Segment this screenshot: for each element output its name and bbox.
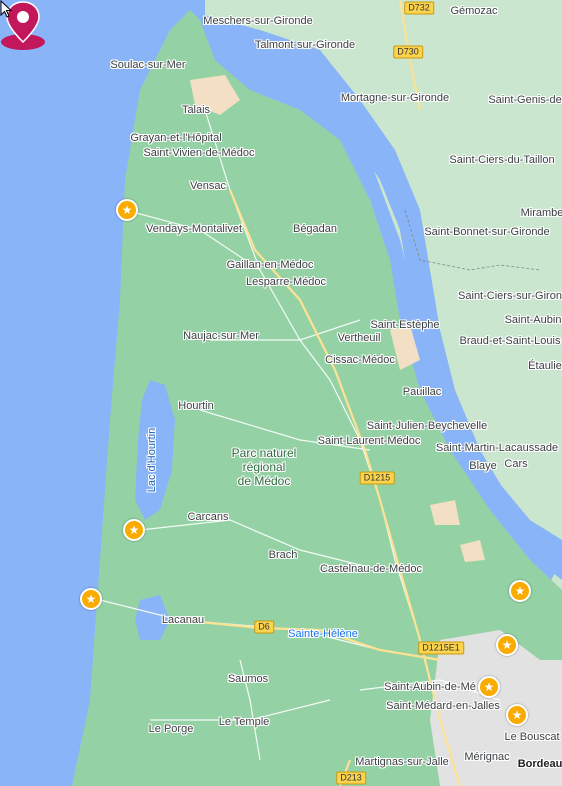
place-label[interactable]: Talais [182,104,210,116]
place-label[interactable]: Saint-Martin-Lacaussade [436,442,558,454]
place-label[interactable]: Saint-Ciers-sur-Giron [458,290,562,302]
place-label[interactable]: Brach [269,549,298,561]
star-icon[interactable]: ★ [116,199,138,221]
star-icon[interactable]: ★ [509,580,531,602]
star-icon[interactable]: ★ [80,588,102,610]
place-label[interactable]: Saint-Médard-en-Jalles [386,700,500,712]
road-shield: D213 [336,771,366,785]
place-label[interactable]: Gaillan-en-Médoc [227,259,314,271]
place-label[interactable]: Naujac-sur-Mer [183,330,259,342]
road-shield: D6 [254,620,274,634]
place-label[interactable]: Saint-Laurent-Médoc [318,435,421,447]
star-icon[interactable]: ★ [506,704,528,726]
place-label[interactable]: Le Porge [149,723,194,735]
place-label[interactable]: Gémozac [450,5,497,17]
place-label[interactable]: Talmont-sur-Gironde [255,39,355,51]
place-label[interactable]: Castelnau-de-Médoc [320,563,422,575]
place-label[interactable]: Cars [504,458,527,470]
star-icon[interactable]: ★ [478,676,500,698]
place-label[interactable]: Pauillac [403,386,442,398]
place-label[interactable]: Blaye [469,460,497,472]
star-icon[interactable]: ★ [496,634,518,656]
place-label[interactable]: Saint-Bonnet-sur-Gironde [424,226,549,238]
place-label[interactable]: Mérignac [464,751,509,763]
place-label[interactable]: Saint-Julien-Beychevelle [367,420,487,432]
place-label[interactable]: Mortagne-sur-Gironde [341,92,449,104]
place-label[interactable]: Bégadan [293,223,337,235]
map-base [72,0,562,786]
star-icon[interactable]: ★ [123,519,145,541]
park-label: Parc naturel régional de Médoc [231,446,297,488]
place-label[interactable]: Saint-Genis-de [488,94,561,106]
place-label[interactable]: Hourtin [178,400,213,412]
place-label[interactable]: Saumos [228,673,268,685]
road-shield: D730 [393,45,423,59]
road-shield: D732 [404,1,434,15]
road-shield: D1215E1 [418,641,464,655]
place-label[interactable]: Martignas-sur-Jalle [355,756,449,768]
map-canvas[interactable]: Parc naturel régional de Médoc Lac d'Hou… [0,0,562,786]
place-label[interactable]: Saint-Aubin [505,314,562,326]
lake-label: Lac d'Hourtin [146,427,158,493]
place-label[interactable]: Vertheuil [338,332,381,344]
place-label[interactable]: Vendays-Montalivet [146,223,242,235]
cursor-icon [0,0,12,18]
place-label[interactable]: Saint-Estèphe [370,319,439,331]
place-label[interactable]: Le Bouscat [504,731,559,743]
selected-place-label[interactable]: Sainte-Hélène [288,628,358,640]
place-label[interactable]: Saint-Vivien-de-Médoc [143,147,254,159]
place-label[interactable]: Meschers-sur-Gironde [203,15,312,27]
place-label[interactable]: Lacanau [162,614,204,626]
place-label[interactable]: Bordeau [518,758,562,770]
place-label[interactable]: Lesparre-Médoc [246,276,326,288]
place-label[interactable]: Carcans [188,511,229,523]
place-label[interactable]: Étaulie [528,360,562,372]
place-label[interactable]: Braud-et-Saint-Louis [460,335,561,347]
place-label[interactable]: Saint-Aubin-de-Mé [384,681,476,693]
road-shield: D1215 [359,471,395,485]
place-label[interactable]: Grayan-et-l'Hôpital [130,132,221,144]
place-label[interactable]: Mirambe [521,207,562,219]
place-label[interactable]: Cissac-Médoc [325,354,395,366]
place-label[interactable]: Saint-Ciers-du-Taillon [449,154,554,166]
place-label[interactable]: Le Temple [219,716,270,728]
place-label[interactable]: Vensac [190,180,226,192]
place-label[interactable]: Soulac-sur-Mer [110,59,185,71]
